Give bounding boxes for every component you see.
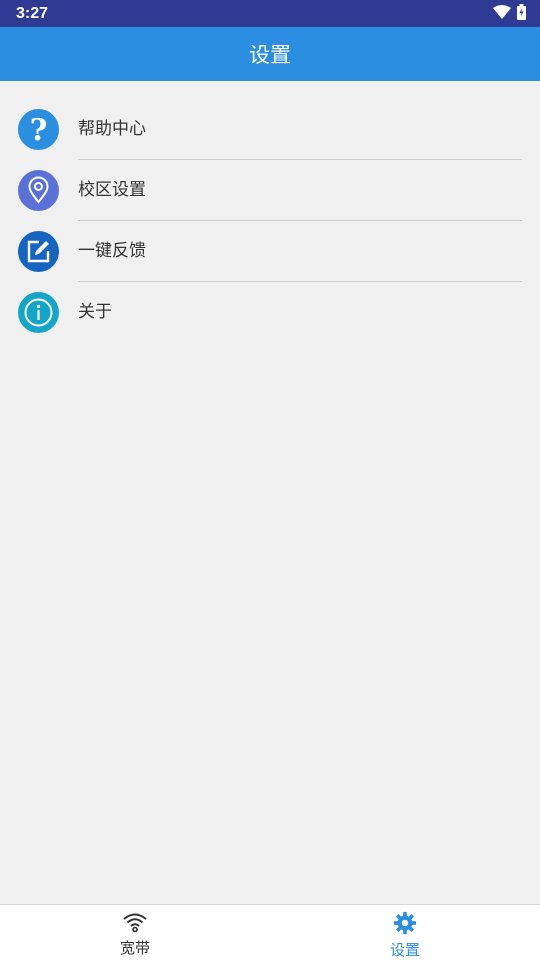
menu-item-about[interactable]: 关于 [0,282,540,343]
app-header: 设置 [0,27,540,81]
wifi-icon [122,911,148,937]
status-bar: 3:27 [0,0,540,27]
menu-item-help-center[interactable]: ? 帮助中心 [0,99,540,160]
menu-item-label: 关于 [78,302,112,322]
menu-item-label: 校区设置 [78,180,146,200]
gear-icon [392,911,418,939]
help-icon: ? [18,109,59,150]
status-icons [493,3,526,24]
edit-icon [18,231,59,272]
info-icon [18,292,59,333]
menu-item-label: 一键反馈 [78,241,146,261]
tab-broadband[interactable]: 宽带 [0,905,270,960]
settings-menu: ? 帮助中心 校区设置 一键反馈 关于 [0,99,540,343]
tab-settings[interactable]: 设置 [270,905,540,960]
tab-label: 设置 [389,941,420,959]
svg-text:?: ? [30,113,48,148]
wifi-icon [493,4,511,23]
bottom-nav: 宽带 设置 [0,904,540,960]
menu-item-feedback[interactable]: 一键反馈 [0,221,540,282]
menu-item-label: 帮助中心 [78,119,146,139]
page-title: 设置 [249,43,291,67]
status-time: 3:27 [16,4,49,22]
location-pin-icon [18,170,59,211]
battery-charging-icon [517,3,526,24]
menu-item-campus-settings[interactable]: 校区设置 [0,160,540,221]
tab-label: 宽带 [119,939,150,957]
